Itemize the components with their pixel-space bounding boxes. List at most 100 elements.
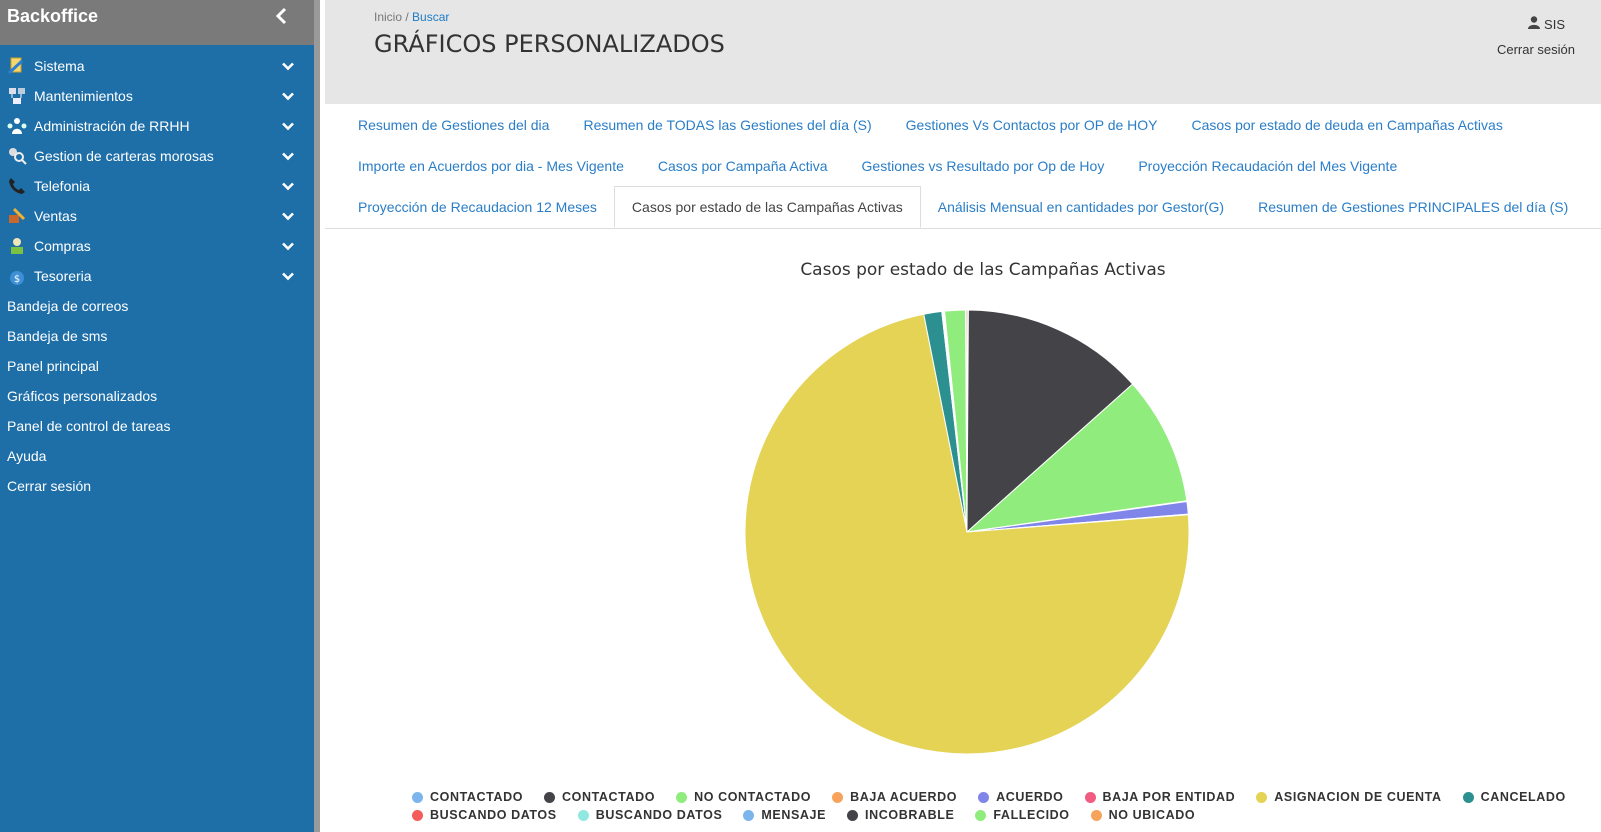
legend-label: MENSAJE xyxy=(761,808,827,822)
sidebar-link[interactable]: Panel de control de tareas xyxy=(0,411,314,441)
sidebar-item-administraci-n-de-rrhh[interactable]: Administración de RRHH xyxy=(0,111,314,141)
tab[interactable]: Análisis Mensual en cantidades por Gesto… xyxy=(921,186,1241,227)
sidebar-item-label: Tesoreria xyxy=(34,268,92,284)
legend-marker xyxy=(1256,791,1268,803)
sidebar-item-compras[interactable]: Compras xyxy=(0,231,314,261)
sidebar-link[interactable]: Ayuda xyxy=(0,441,314,471)
legend-item[interactable]: CONTACTADO xyxy=(412,790,523,804)
legend-marker xyxy=(832,791,844,803)
tab[interactable]: Gestiones Vs Contactos por OP de HOY xyxy=(889,104,1175,145)
chevron-down-icon[interactable] xyxy=(280,208,296,224)
sidebar-item-label: Telefonia xyxy=(34,178,91,194)
legend-row: BUSCANDO DATOS BUSCANDO DATOS MENSAJE INCOB… xyxy=(412,806,1601,824)
legend-item[interactable]: ACUERDO xyxy=(978,790,1063,804)
user-icon xyxy=(1528,16,1541,32)
tab[interactable]: Resumen de Gestiones del dia xyxy=(341,104,566,145)
sidebar: Backoffice Sistema Mantenimientos Administ… xyxy=(0,0,314,832)
sidebar-item-telefonia[interactable]: Telefonia xyxy=(0,171,314,201)
legend-item[interactable]: CONTACTADO xyxy=(544,790,655,804)
sidebar-link[interactable]: Bandeja de sms xyxy=(0,321,314,351)
search-user-icon xyxy=(7,146,27,166)
tab[interactable]: Casos por Campaña Activa xyxy=(641,145,845,186)
chevron-down-icon[interactable] xyxy=(280,178,296,194)
legend-marker xyxy=(847,809,859,821)
page-header: Inicio / Buscar GRÁFICOS PERSONALIZADOS … xyxy=(325,0,1601,104)
legend-item[interactable]: INCOBRABLE xyxy=(847,808,954,822)
chevron-down-icon[interactable] xyxy=(280,118,296,134)
user-menu[interactable]: SIS xyxy=(1497,16,1565,32)
legend-label: NO UBICADO xyxy=(1108,808,1196,822)
maintenance-icon xyxy=(7,86,27,106)
chevron-down-icon[interactable] xyxy=(280,238,296,254)
legend-row: CONTACTADO CONTACTADO NO CONTACTADO BAJA AC… xyxy=(412,788,1601,806)
legend-item[interactable]: FALLECIDO xyxy=(975,808,1069,822)
breadcrumb-home[interactable]: Inicio xyxy=(374,10,402,24)
breadcrumb-current[interactable]: Buscar xyxy=(412,10,449,24)
legend-item[interactable]: NO UBICADO xyxy=(1090,808,1196,822)
chevron-left-icon[interactable] xyxy=(270,5,292,27)
chart-legend: CONTACTADO CONTACTADO NO CONTACTADO BAJA AC… xyxy=(412,788,1601,824)
legend-item[interactable]: NO CONTACTADO xyxy=(676,790,811,804)
tab[interactable]: Resumen de Gestiones PRINCIPALES del día… xyxy=(1241,186,1585,227)
sidebar-item-tesoreria[interactable]: $ Tesoreria xyxy=(0,261,314,291)
tab-row: Proyección de Recaudacion 12 Meses Casos … xyxy=(325,186,1601,228)
tab[interactable]: Casos por estado de deuda en Campañas Ac… xyxy=(1175,104,1520,145)
sidebar-item-label: Mantenimientos xyxy=(34,88,133,104)
chevron-down-icon[interactable] xyxy=(280,148,296,164)
tab[interactable]: Proyección de Recaudacion 12 Meses xyxy=(341,186,614,227)
legend-label: BAJA POR ENTIDAD xyxy=(1102,790,1236,804)
legend-marker xyxy=(1084,791,1096,803)
page-title: GRÁFICOS PERSONALIZADOS xyxy=(374,30,725,58)
sidebar-header: Backoffice xyxy=(0,0,314,45)
legend-label: INCOBRABLE xyxy=(865,808,955,822)
legend-marker xyxy=(978,791,990,803)
legend-item[interactable]: BUSCANDO DATOS xyxy=(577,808,723,822)
legend-label: ACUERDO xyxy=(996,790,1064,804)
chevron-down-icon[interactable] xyxy=(280,268,296,284)
sidebar-links: Bandeja de correos Bandeja de sms Panel pr… xyxy=(0,291,314,501)
svg-text:$: $ xyxy=(14,274,20,285)
legend-item[interactable]: ASIGNACION DE CUENTA xyxy=(1256,790,1441,804)
sidebar-item-sistema[interactable]: Sistema xyxy=(0,51,314,81)
tab[interactable]: Gestiones vs Resultado por Op de Hoy xyxy=(845,145,1122,186)
legend-item[interactable]: BAJA ACUERDO xyxy=(832,790,957,804)
user-box: SIS Cerrar sesión xyxy=(1497,16,1575,57)
tab-row: Resumen de Gestiones del dia Resumen de T… xyxy=(325,104,1601,145)
legend-marker xyxy=(676,791,688,803)
chart-title: Casos por estado de las Campañas Activas xyxy=(800,260,1166,280)
chevron-down-icon[interactable] xyxy=(280,58,296,74)
sidebar-item-ventas[interactable]: Ventas xyxy=(0,201,314,231)
logout-link[interactable]: Cerrar sesión xyxy=(1497,42,1575,57)
legend-label: ASIGNACION DE CUENTA xyxy=(1274,790,1442,804)
legend-label: CONTACTADO xyxy=(562,790,656,804)
tab[interactable]: Proyección Recaudación del Mes Vigente xyxy=(1121,145,1414,186)
sidebar-item-mantenimientos[interactable]: Mantenimientos xyxy=(0,81,314,111)
sidebar-item-label: Sistema xyxy=(34,58,85,74)
legend-label: BAJA ACUERDO xyxy=(850,790,958,804)
sidebar-link[interactable]: Bandeja de correos xyxy=(0,291,314,321)
purchases-icon xyxy=(7,236,27,256)
tab[interactable]: Importe en Acuerdos por dia - Mes Vigent… xyxy=(341,145,641,186)
money-bag-icon: $ xyxy=(7,266,27,286)
legend-item[interactable]: BUSCANDO DATOS xyxy=(412,808,557,822)
legend-item[interactable]: MENSAJE xyxy=(743,808,826,822)
chart-tabs: Resumen de Gestiones del dia Resumen de T… xyxy=(325,104,1601,229)
sidebar-divider xyxy=(314,0,320,832)
sidebar-link[interactable]: Gráficos personalizados xyxy=(0,381,314,411)
legend-item[interactable]: CANCELADO xyxy=(1462,790,1566,804)
legend-label: BUSCANDO DATOS xyxy=(430,808,557,822)
sidebar-item-gestion-de-carteras-morosas[interactable]: Gestion de carteras morosas xyxy=(0,141,314,171)
legend-label: NO CONTACTADO xyxy=(694,790,812,804)
pie-chart xyxy=(744,309,1190,755)
legend-item[interactable]: BAJA POR ENTIDAD xyxy=(1084,790,1236,804)
sidebar-link[interactable]: Panel principal xyxy=(0,351,314,381)
sidebar-menu: Sistema Mantenimientos Administración de R… xyxy=(0,45,314,291)
legend-label: FALLECIDO xyxy=(993,808,1070,822)
legend-marker xyxy=(1462,791,1474,803)
brand-title: Backoffice xyxy=(7,6,99,26)
tab-active[interactable]: Casos por estado de las Campañas Activas xyxy=(613,186,921,228)
tab[interactable]: Resumen de TODAS las Gestiones del día (… xyxy=(566,104,888,145)
sidebar-link[interactable]: Cerrar sesión xyxy=(0,471,314,501)
chevron-down-icon[interactable] xyxy=(280,88,296,104)
legend-marker xyxy=(1090,809,1102,821)
